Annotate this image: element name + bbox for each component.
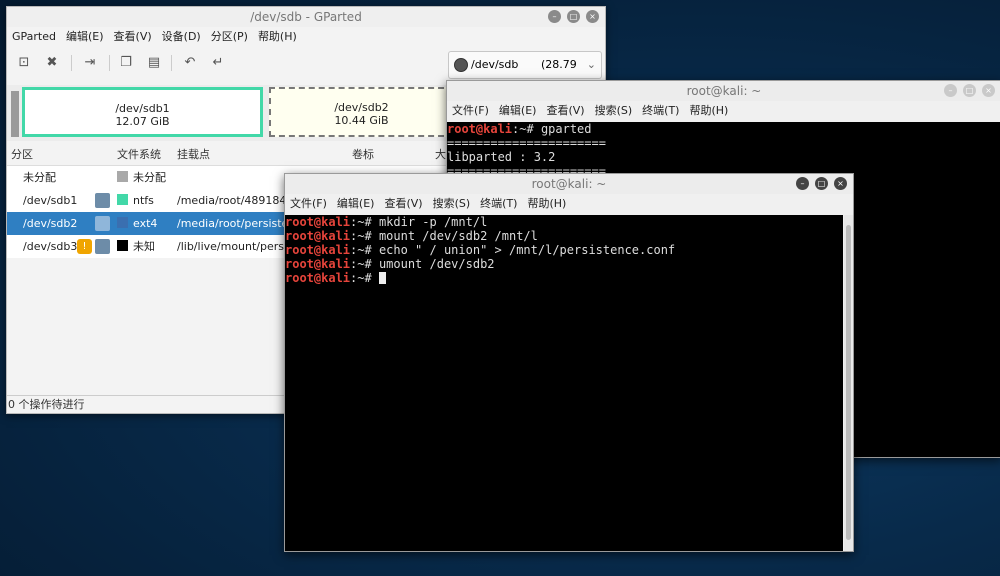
close-icon[interactable]: ×	[834, 177, 847, 190]
menu-help[interactable]: 帮助(H)	[522, 194, 571, 214]
fs-color-swatch	[117, 240, 128, 251]
gparted-titlebar[interactable]: /dev/sdb - GParted – □ ×	[7, 7, 605, 27]
mountpoint: /media/root/4891840	[177, 194, 285, 207]
partition-block-sdb1[interactable]: /dev/sdb1 12.07 GiB	[22, 87, 263, 137]
terminal-output[interactable]: root@kali:~# mkdir -p /mnt/l root@kali:~…	[285, 215, 843, 551]
partition-name: /dev/sdb1	[23, 194, 78, 207]
partition-block-size: 12.07 GiB	[115, 115, 170, 128]
scrollbar-thumb[interactable]	[846, 225, 851, 540]
filesystem: ntfs	[133, 194, 154, 207]
partition-block-size: 10.44 GiB	[334, 114, 389, 127]
filesystem: 未知	[133, 240, 155, 253]
menu-file[interactable]: 文件(F)	[285, 194, 332, 214]
fs-color-swatch	[117, 171, 128, 182]
minimize-icon[interactable]: –	[548, 10, 561, 23]
close-icon[interactable]: ×	[586, 10, 599, 23]
chevron-down-icon: ⌄	[586, 58, 596, 71]
partition-name: /dev/sdb3	[23, 240, 78, 253]
device-selector[interactable]: /dev/sdb (28.79 GiB) ⌄	[448, 51, 602, 97]
menu-view[interactable]: 查看(V)	[379, 194, 427, 214]
mounted-lock-icon	[95, 216, 110, 231]
terminal-menubar: 文件(F) 编辑(E) 查看(V) 搜索(S) 终端(T) 帮助(H)	[285, 194, 571, 214]
terminal-line: root@kali:~# umount /dev/sdb2	[285, 257, 495, 271]
partition-block-name: /dev/sdb2	[334, 101, 389, 114]
copy-icon[interactable]: ❐	[117, 54, 135, 72]
menu-search[interactable]: 搜索(S)	[590, 101, 638, 121]
menu-partition[interactable]: 分区(P)	[206, 27, 253, 47]
undo-icon[interactable]: ↶	[181, 54, 199, 72]
gparted-menubar: GParted 编辑(E) 查看(V) 设备(D) 分区(P) 帮助(H)	[7, 27, 302, 47]
resize-move-icon[interactable]: ⇥	[81, 54, 99, 72]
menu-file[interactable]: 文件(F)	[447, 101, 494, 121]
col-partition[interactable]: 分区	[11, 145, 33, 165]
terminal-menubar: 文件(F) 编辑(E) 查看(V) 搜索(S) 终端(T) 帮助(H)	[447, 101, 733, 121]
delete-partition-icon[interactable]: ✖	[43, 54, 61, 72]
menu-gparted[interactable]: GParted	[7, 27, 61, 47]
window-title: /dev/sdb - GParted	[250, 10, 362, 24]
col-label[interactable]: 卷标	[352, 145, 374, 165]
terminal-window-front[interactable]: root@kali: ~ – □ × 文件(F) 编辑(E) 查看(V) 搜索(…	[284, 173, 854, 552]
menu-help[interactable]: 帮助(H)	[253, 27, 302, 47]
window-title: root@kali: ~	[686, 84, 762, 98]
partition-name: 未分配	[23, 171, 56, 184]
mounted-lock-icon	[95, 239, 110, 254]
menu-terminal[interactable]: 终端(T)	[475, 194, 522, 214]
maximize-icon[interactable]: □	[815, 177, 828, 190]
partition-name: /dev/sdb2	[23, 217, 78, 230]
maximize-icon[interactable]: □	[963, 84, 976, 97]
mounted-lock-icon	[95, 193, 110, 208]
partition-block-name: /dev/sdb1	[115, 102, 170, 115]
minimize-icon[interactable]: –	[944, 84, 957, 97]
col-filesystem[interactable]: 文件系统	[117, 145, 161, 165]
fs-color-swatch	[117, 194, 128, 205]
menu-help[interactable]: 帮助(H)	[684, 101, 733, 121]
terminal-scrollbar[interactable]	[844, 215, 853, 551]
warning-icon: !	[77, 239, 92, 254]
unallocated-block[interactable]	[11, 91, 19, 137]
text-cursor	[378, 272, 386, 284]
terminal-line: root@kali:~# mount /dev/sdb2 /mnt/l	[285, 229, 538, 243]
new-partition-icon[interactable]: ⊡	[15, 54, 33, 72]
menu-terminal[interactable]: 终端(T)	[637, 101, 684, 121]
terminal-line: root@kali:~# gparted	[447, 122, 592, 136]
terminal-line: ======================	[447, 136, 606, 150]
terminal-line: libparted : 3.2	[447, 150, 556, 164]
menu-view[interactable]: 查看(V)	[541, 101, 589, 121]
device-name: /dev/sdb	[471, 58, 519, 71]
col-size[interactable]: 大	[435, 145, 446, 165]
terminal-line: root@kali:~#	[285, 271, 843, 285]
paste-icon[interactable]: ▤	[145, 54, 163, 72]
close-icon[interactable]: ×	[982, 84, 995, 97]
terminal-line: root@kali:~# mkdir -p /mnt/l	[285, 215, 488, 229]
mountpoint: /media/root/persisten	[177, 217, 285, 230]
menu-edit[interactable]: 编辑(E)	[61, 27, 109, 47]
minimize-icon[interactable]: –	[796, 177, 809, 190]
fs-color-swatch	[117, 217, 128, 228]
terminal-titlebar[interactable]: root@kali: ~ – □ ×	[447, 81, 1000, 101]
menu-edit[interactable]: 编辑(E)	[494, 101, 542, 121]
filesystem: ext4	[133, 217, 158, 230]
maximize-icon[interactable]: □	[567, 10, 580, 23]
disk-icon	[454, 58, 468, 72]
terminal-titlebar[interactable]: root@kali: ~ – □ ×	[285, 174, 853, 194]
gparted-toolbar: ⊡ ✖ ⇥ ❐ ▤ ↶ ↵	[7, 49, 447, 79]
menu-search[interactable]: 搜索(S)	[428, 194, 476, 214]
col-mountpoint[interactable]: 挂载点	[177, 145, 210, 165]
menu-edit[interactable]: 编辑(E)	[332, 194, 380, 214]
partition-block-sdb2[interactable]: /dev/sdb2 10.44 GiB	[269, 87, 454, 137]
mountpoint: /lib/live/mount/persist	[177, 240, 285, 253]
menu-view[interactable]: 查看(V)	[109, 27, 157, 47]
window-title: root@kali: ~	[531, 177, 607, 191]
apply-icon[interactable]: ↵	[209, 54, 227, 72]
menu-device[interactable]: 设备(D)	[157, 27, 206, 47]
terminal-line: root@kali:~# echo " / union" > /mnt/l/pe…	[285, 243, 676, 257]
filesystem: 未分配	[133, 171, 166, 184]
